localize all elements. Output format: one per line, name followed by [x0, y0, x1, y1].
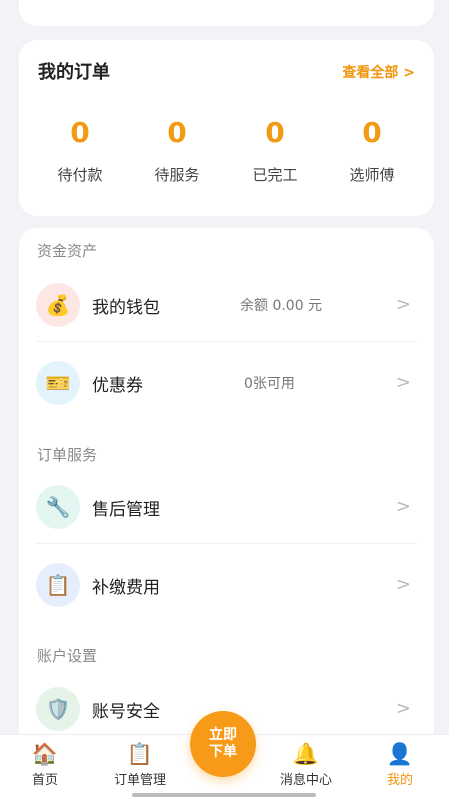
stat-completed[interactable]: 0 已完工	[225, 116, 325, 185]
coupon-count: 0张可用	[244, 376, 295, 392]
section-title-account: 账户设置	[37, 647, 98, 665]
stat-value: 0	[265, 116, 285, 149]
chevron-right-icon: >	[395, 496, 411, 517]
shield-icon: 🛡️	[36, 687, 80, 731]
place-order-line2: 下单	[209, 744, 237, 760]
stat-pending-payment[interactable]: 0 待付款	[30, 116, 130, 185]
view-all-orders-link[interactable]: 查看全部 >	[342, 62, 415, 82]
row-wallet[interactable]: 💰 我的钱包 余额 0.00 元 >	[36, 270, 417, 342]
stat-label: 待付款	[57, 166, 103, 184]
orders-title: 我的订单	[38, 62, 110, 83]
row-label: 补缴费用	[92, 578, 160, 598]
orders-card: 我的订单 查看全部 > 0 待付款 0 待服务 0 已完工 0 选师傅	[19, 40, 434, 216]
section-title-order-service: 订单服务	[37, 446, 98, 464]
tab-mine[interactable]: 👤 我的	[360, 741, 440, 788]
stat-value: 0	[362, 116, 382, 149]
money-bag-icon: 💰	[36, 283, 80, 327]
chevron-right-icon: >	[395, 698, 411, 719]
stat-pending-service[interactable]: 0 待服务	[127, 116, 227, 185]
tab-label: 消息中心	[279, 773, 332, 788]
place-order-button[interactable]: 立即 下单	[190, 711, 256, 777]
clipboard-icon: 📋	[126, 742, 154, 766]
stat-value: 0	[70, 116, 90, 149]
home-indicator	[132, 793, 316, 797]
row-label: 我的钱包	[92, 298, 160, 318]
settings-card: 资金资产 💰 我的钱包 余额 0.00 元 > 🎫 优惠券 0张可用 > 订单服…	[19, 228, 434, 748]
bell-icon: 🔔	[292, 742, 320, 766]
section-title-assets: 资金资产	[37, 242, 98, 260]
place-order-line1: 立即	[209, 727, 237, 743]
stat-choose-master[interactable]: 0 选师傅	[322, 116, 422, 185]
chevron-right-icon: >	[395, 372, 411, 393]
divider	[36, 341, 417, 342]
row-supplementary-fees[interactable]: 📋 补缴费用 >	[36, 550, 417, 622]
ticket-icon: 🎫	[36, 361, 80, 405]
stat-label: 选师傅	[349, 166, 395, 184]
row-label: 账号安全	[92, 702, 160, 722]
divider	[36, 543, 417, 544]
row-after-sales[interactable]: 🔧 售后管理 >	[36, 472, 417, 544]
chevron-right-icon: >	[395, 574, 411, 595]
stat-value: 0	[167, 116, 187, 149]
chevron-right-icon: >	[395, 294, 411, 315]
tab-messages[interactable]: 🔔 消息中心	[266, 741, 346, 788]
tab-orders[interactable]: 📋 订单管理	[100, 741, 180, 788]
clipboard-icon: 📋	[36, 563, 80, 607]
stat-label: 待服务	[154, 166, 200, 184]
user-icon: 👤	[386, 742, 414, 766]
row-label: 售后管理	[92, 500, 160, 520]
profile-card	[19, 0, 434, 26]
tab-label: 首页	[31, 773, 58, 788]
tab-label: 订单管理	[113, 773, 166, 788]
home-icon: 🏠	[31, 742, 59, 766]
tab-label: 我的	[386, 773, 413, 788]
stat-label: 已完工	[252, 166, 298, 184]
row-label: 优惠券	[92, 376, 143, 396]
wrench-icon: 🔧	[36, 485, 80, 529]
row-coupons[interactable]: 🎫 优惠券 0张可用 >	[36, 348, 417, 420]
tab-home[interactable]: 🏠 首页	[5, 741, 85, 788]
wallet-balance: 余额 0.00 元	[240, 298, 323, 314]
